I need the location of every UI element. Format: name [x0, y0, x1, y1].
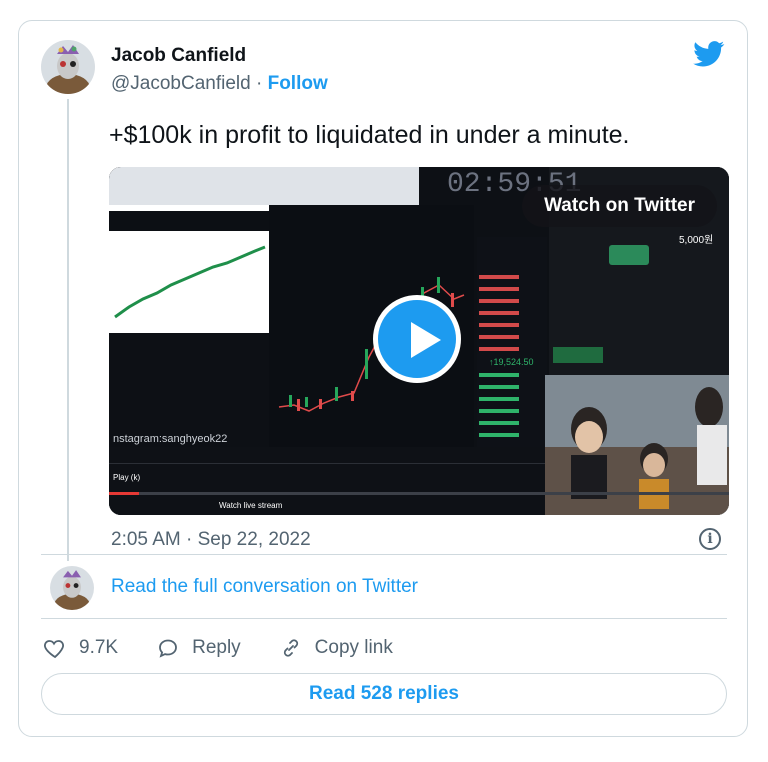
copy-link-label: Copy link: [314, 637, 393, 658]
read-conversation-link[interactable]: Read the full conversation on Twitter: [111, 576, 418, 598]
tweet-timestamp[interactable]: 2:05 AM · Sep 22, 2022: [111, 529, 311, 551]
play-video-button[interactable]: [373, 295, 461, 383]
like-button[interactable]: 9.7K: [43, 636, 118, 660]
follow-button[interactable]: Follow: [268, 73, 328, 94]
watch-live-label: Watch live stream: [219, 501, 283, 510]
last-price: ↑19,524.50: [489, 357, 534, 367]
author-handle-row: @JacobCanfield · Follow: [111, 73, 328, 95]
donation-amount: 5,000원: [679, 235, 714, 246]
instagram-overlay: nstagram:sanghyeok22: [113, 433, 228, 445]
copy-link-button[interactable]: Copy link: [279, 636, 393, 660]
watch-on-twitter-button[interactable]: Watch on Twitter: [522, 185, 717, 227]
tweet-actions: 9.7K Reply Copy link: [43, 633, 431, 663]
author-handle[interactable]: @JacobCanfield: [111, 73, 251, 94]
divider-bottom: [41, 618, 727, 619]
tweet-embed-card: Jacob Canfield @JacobCanfield · Follow +…: [18, 20, 748, 737]
tweet-text: +$100k in profit to liquidated in under …: [109, 121, 630, 149]
link-icon: [283, 639, 298, 657]
like-count: 9.7K: [79, 637, 119, 658]
heart-icon: [44, 640, 64, 659]
author-avatar[interactable]: [41, 40, 95, 94]
play-tooltip: Play (k): [113, 473, 141, 482]
reply-bubble-icon: [159, 639, 177, 658]
twitter-bird-icon[interactable]: [693, 41, 725, 67]
read-replies-button[interactable]: Read 528 replies: [41, 673, 727, 715]
thread-line: [67, 99, 69, 561]
reply-button[interactable]: Reply: [156, 636, 241, 660]
author-name[interactable]: Jacob Canfield: [111, 45, 246, 67]
reply-label: Reply: [192, 637, 241, 658]
separator-dot: ·: [255, 73, 263, 94]
info-icon[interactable]: i: [699, 528, 721, 550]
conversation-avatar[interactable]: [50, 566, 94, 610]
divider-top: [41, 554, 727, 555]
tweet-video-media[interactable]: 02:59:51 nstagram:sanghyeok22 ↑19,524.50…: [109, 167, 729, 515]
